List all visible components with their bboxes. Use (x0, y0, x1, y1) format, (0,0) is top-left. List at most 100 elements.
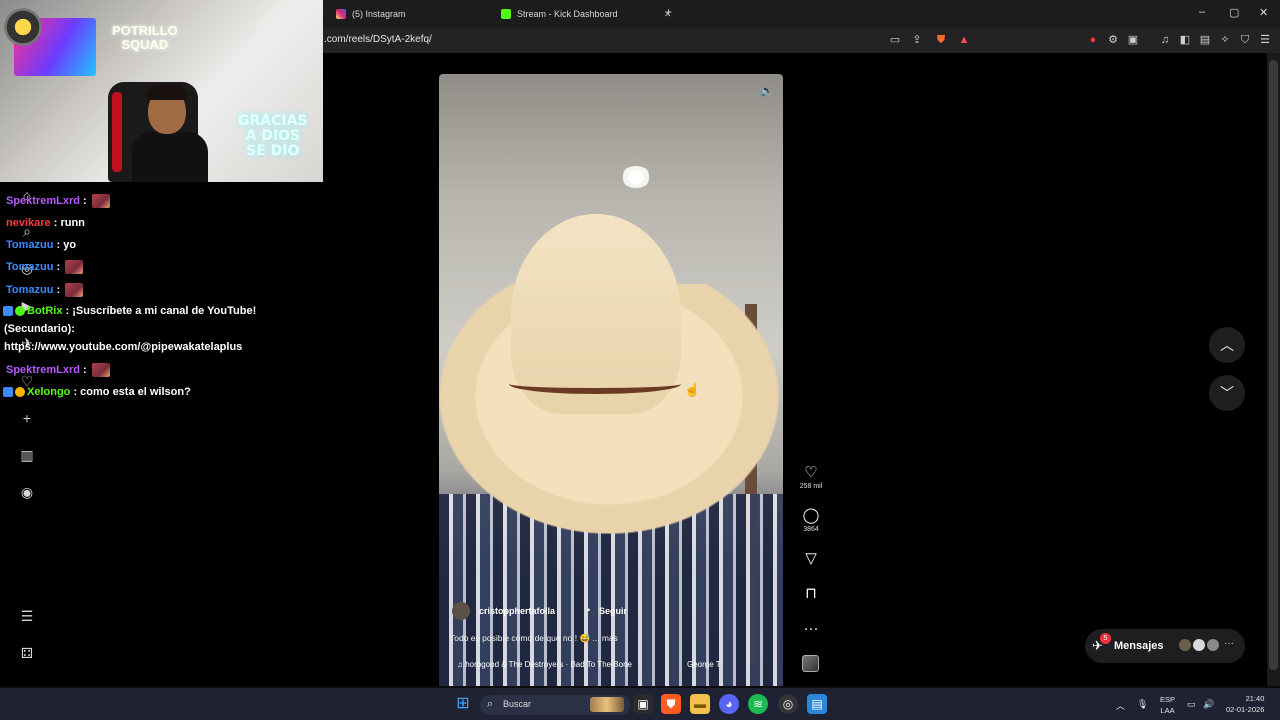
chat-text: yo (63, 239, 77, 251)
dashboard-icon[interactable]: ▥ (18, 446, 36, 464)
moderator-badge-icon (3, 306, 13, 317)
chat-message: Tomazuu : (6, 260, 84, 274)
save-button[interactable]: ⊓ (795, 585, 827, 603)
create-icon[interactable]: + (18, 409, 36, 427)
chat-text-continued: (Secundario): (4, 323, 75, 335)
share-button[interactable]: ▽ (795, 550, 827, 568)
cursor-hand-icon: ☝ (684, 382, 701, 397)
spotify-icon[interactable]: ≋ (748, 694, 768, 714)
chat-text: ¡Suscríbete a mi canal de YouTube! (72, 305, 257, 317)
kick-icon (501, 9, 511, 19)
task-view-icon[interactable]: ▣ (633, 694, 653, 714)
search-highlight-image (590, 697, 624, 712)
file-explorer-icon[interactable]: ▬ (690, 694, 710, 714)
more-options-button[interactable]: ··· (795, 620, 827, 638)
vpn-icon[interactable]: ⛉ (1238, 33, 1252, 47)
clock-date: 02-01-2026 (1226, 705, 1265, 714)
hat-band (509, 374, 681, 394)
chat-username: nevikare (6, 217, 51, 229)
instagram-icon (336, 9, 346, 19)
message-count-badge: 5 (1100, 633, 1111, 644)
share-icon[interactable]: ⇪ (910, 33, 924, 47)
chat-emote (65, 283, 84, 297)
also-from-meta-icon[interactable]: ⚃ (18, 644, 36, 662)
reel-author-avatar[interactable] (452, 602, 470, 620)
speaker-icon[interactable]: 🔊 (1203, 699, 1214, 710)
chat-link[interactable]: https://www.youtube.com/@pipewakatelaplu… (4, 341, 242, 353)
extensions-icon[interactable]: ⚙ (1106, 33, 1120, 47)
scrollbar-thumb[interactable] (1269, 60, 1278, 670)
chat-message: BotRix : ¡Suscríbete a mi canal de YouTu… (3, 305, 256, 317)
tab-instagram-label: (5) Instagram (352, 9, 406, 19)
windows-start-icon[interactable]: ⊞ (453, 694, 473, 714)
chevron-up-icon: ︿ (1220, 337, 1234, 353)
more-menu-icon[interactable]: ☰ (18, 607, 36, 625)
chair-accent (112, 92, 122, 172)
reel-username[interactable]: cristopphertafolla (479, 606, 555, 616)
tab-instagram[interactable]: (5) Instagram (336, 4, 406, 24)
chat-emote (65, 260, 84, 274)
streamer-torso (132, 132, 208, 182)
subscriber-badge-icon (15, 387, 25, 398)
cast-icon[interactable]: ▭ (888, 33, 902, 47)
webcam-overlay: POTRILLO SQUAD GRACIAS A DIOS SE DIO (0, 0, 323, 182)
discord-icon[interactable]: ◕ (719, 694, 739, 714)
brave-shield-icon[interactable]: ⛊ (934, 33, 948, 47)
chat-username: Tomazuu (6, 260, 54, 273)
system-clock[interactable]: 21:40 02-01-2026 (1226, 693, 1264, 715)
chat-message: SpektremLxrd : (6, 363, 110, 377)
contact-avatar (1178, 638, 1192, 652)
next-reel-button[interactable]: ﹀ (1209, 375, 1245, 411)
record-icon[interactable]: ● (1086, 33, 1100, 47)
brave-browser-icon[interactable]: ⛊ (661, 694, 681, 714)
previous-reel-button[interactable]: ︿ (1209, 327, 1245, 363)
reel-video[interactable] (439, 74, 783, 686)
tray-overflow-icon[interactable]: ︿ (1116, 699, 1125, 712)
comment-button[interactable]: ◯ 3864 (795, 507, 827, 533)
media-icon[interactable]: ♫ (1158, 33, 1172, 47)
neon-sign: GRACIAS A DIOS SE DIO (238, 113, 308, 159)
language-indicator[interactable]: ESP LAA (1160, 694, 1175, 716)
tab-kick-dashboard[interactable]: Stream - Kick Dashboard (501, 4, 618, 24)
reel-caption[interactable]: Todo es posible como de que no ! 😅 ... m… (450, 633, 618, 644)
more-icon: ··· (803, 620, 819, 637)
contact-avatar (1192, 638, 1206, 652)
chat-message: Tomazuu : (6, 283, 84, 297)
reel-music[interactable]: ♫ horogood & The Destroyers · Bad To The… (457, 660, 632, 669)
microphone-icon[interactable]: 🎙 (1137, 699, 1148, 710)
url-text[interactable]: .com/reels/DSytA-2kefq/ (324, 34, 432, 45)
chat-message: Tomazuu : yo (6, 239, 77, 251)
chat-text: como esta el wilson? (80, 386, 191, 398)
audio-thumbnail[interactable] (802, 655, 819, 672)
like-count: 258 mil (799, 483, 823, 490)
follow-button[interactable]: Seguir (599, 606, 627, 616)
network-icon[interactable]: ▭ (1187, 699, 1196, 710)
chat-username: SpektremLxrd (6, 363, 80, 376)
language-code: ESP (1160, 695, 1176, 704)
chat-text: runn (60, 217, 85, 229)
volume-icon[interactable]: 🔈 (760, 84, 774, 98)
like-button[interactable]: ♡ 258 mil (795, 464, 827, 490)
close-button[interactable]: ✕ (1259, 6, 1268, 19)
wallet-icon[interactable]: ▤ (1198, 33, 1212, 47)
screenshot-icon[interactable]: ▣ (1126, 33, 1140, 47)
obs-icon[interactable]: ◎ (778, 694, 798, 714)
minimize-button[interactable]: – (1199, 6, 1205, 18)
comment-icon: ◯ (802, 507, 820, 524)
follow-separator: • (587, 605, 591, 615)
sidebar-icon[interactable]: ◧ (1178, 33, 1192, 47)
brave-rewards-icon[interactable]: ▲ (957, 33, 971, 47)
bookmark-icon: ⊓ (805, 585, 817, 602)
profile-icon[interactable]: ◉ (18, 483, 36, 501)
ceiling-light (621, 166, 651, 188)
tab-kick-label: Stream - Kick Dashboard (517, 9, 618, 19)
maximize-button[interactable]: ▢ (1229, 6, 1239, 19)
heart-icon: ♡ (804, 464, 818, 481)
streamer-hair (146, 84, 188, 100)
leo-ai-icon[interactable]: ✧ (1218, 33, 1232, 47)
chat-emote (91, 194, 110, 208)
new-tab-icon[interactable]: + (665, 5, 672, 19)
reel-tagged-user[interactable]: George T (687, 660, 721, 669)
notepad-icon[interactable]: ▤ (807, 694, 827, 714)
menu-icon[interactable]: ☰ (1258, 33, 1272, 47)
